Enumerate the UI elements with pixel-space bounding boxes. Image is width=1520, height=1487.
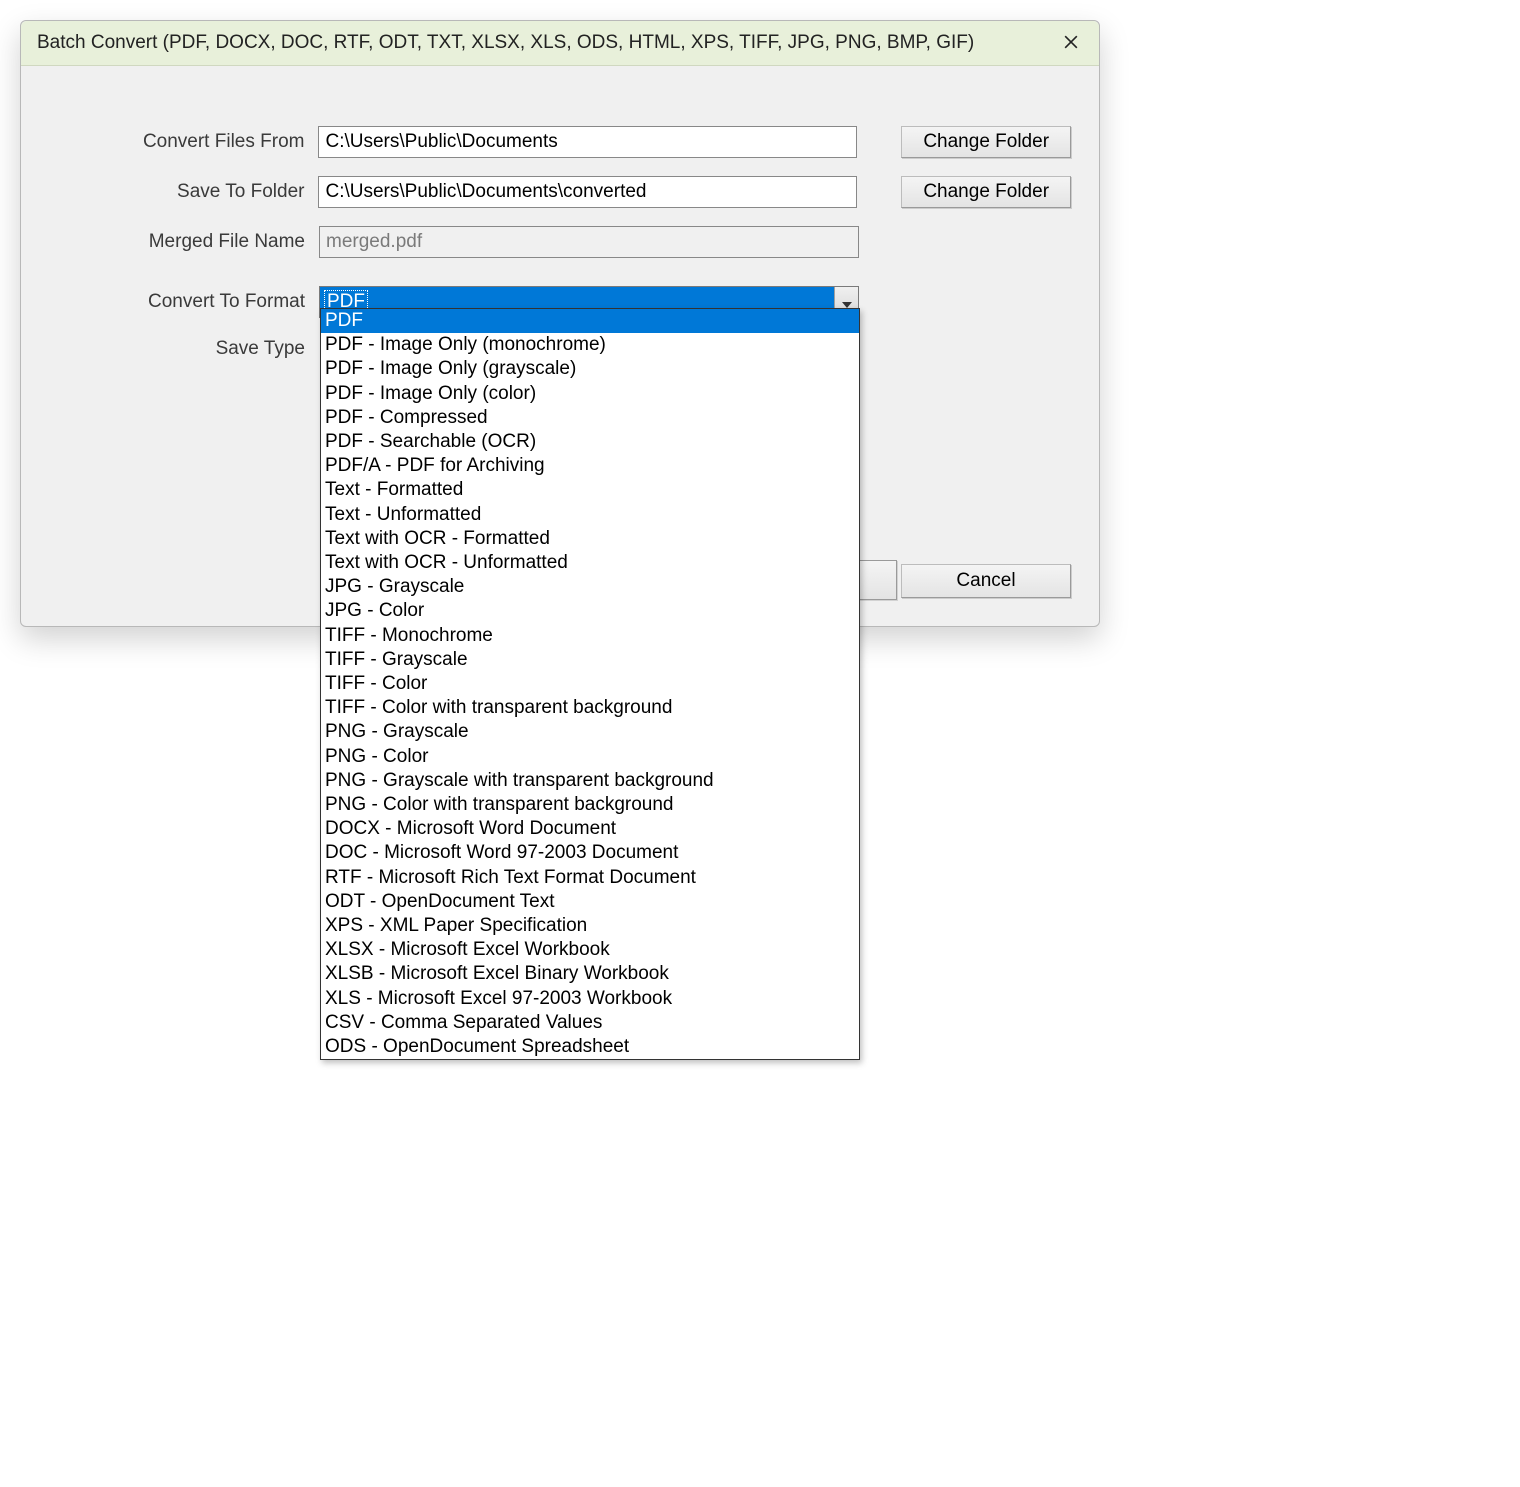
format-option[interactable]: XLSX - Microsoft Excel Workbook	[321, 938, 859, 962]
label-merged-name: Merged File Name	[49, 231, 319, 253]
window-title: Batch Convert (PDF, DOCX, DOC, RTF, ODT,…	[37, 32, 974, 54]
format-option[interactable]: PDF - Image Only (grayscale)	[321, 357, 859, 381]
cancel-zone: Cancel	[901, 564, 1071, 598]
format-option[interactable]: JPG - Color	[321, 599, 859, 623]
format-option[interactable]: DOC - Microsoft Word 97-2003 Document	[321, 841, 859, 865]
format-option[interactable]: ODT - OpenDocument Text	[321, 890, 859, 914]
change-folder-from-button[interactable]: Change Folder	[901, 126, 1071, 158]
format-option[interactable]: Text with OCR - Unformatted	[321, 551, 859, 575]
input-merged-name	[319, 226, 859, 258]
format-option[interactable]: PNG - Grayscale	[321, 720, 859, 744]
format-option[interactable]: PDF - Compressed	[321, 406, 859, 430]
format-option[interactable]: PDF - Image Only (monochrome)	[321, 333, 859, 357]
change-folder-to-button[interactable]: Change Folder	[901, 176, 1071, 208]
label-convert-from: Convert Files From	[49, 131, 318, 153]
row-convert-from: Convert Files From Change Folder	[49, 126, 1071, 158]
titlebar: Batch Convert (PDF, DOCX, DOC, RTF, ODT,…	[21, 21, 1099, 66]
format-option[interactable]: Text with OCR - Formatted	[321, 527, 859, 551]
format-option[interactable]: CSV - Comma Separated Values	[321, 1011, 859, 1035]
format-option[interactable]: PNG - Color with transparent background	[321, 793, 859, 817]
format-option[interactable]: DOCX - Microsoft Word Document	[321, 817, 859, 841]
format-option[interactable]: TIFF - Grayscale	[321, 648, 859, 672]
input-convert-from[interactable]	[318, 126, 857, 158]
input-save-to[interactable]	[318, 176, 857, 208]
label-save-type: Save Type	[49, 338, 319, 360]
format-option[interactable]: PNG - Grayscale with transparent backgro…	[321, 769, 859, 793]
format-option[interactable]: PDF	[321, 309, 859, 333]
hidden-button-edge	[855, 560, 897, 600]
format-option[interactable]: XLSB - Microsoft Excel Binary Workbook	[321, 962, 859, 986]
format-option[interactable]: ODS - OpenDocument Spreadsheet	[321, 1035, 859, 1059]
format-option[interactable]: JPG - Grayscale	[321, 575, 859, 599]
batch-convert-dialog: Batch Convert (PDF, DOCX, DOC, RTF, ODT,…	[20, 20, 1100, 627]
format-option[interactable]: Text - Unformatted	[321, 503, 859, 527]
label-save-to: Save To Folder	[49, 181, 318, 203]
format-dropdown-list[interactable]: PDFPDF - Image Only (monochrome)PDF - Im…	[320, 308, 860, 1060]
format-option[interactable]: XLS - Microsoft Excel 97-2003 Workbook	[321, 987, 859, 1011]
close-icon	[1064, 33, 1078, 54]
format-option[interactable]: XPS - XML Paper Specification	[321, 914, 859, 938]
cancel-button[interactable]: Cancel	[901, 564, 1071, 598]
format-option[interactable]: TIFF - Monochrome	[321, 624, 859, 648]
format-option[interactable]: PNG - Color	[321, 745, 859, 769]
format-option[interactable]: PDF - Searchable (OCR)	[321, 430, 859, 454]
format-option[interactable]: Text - Formatted	[321, 478, 859, 502]
form-body: Convert Files From Change Folder Save To…	[21, 66, 1099, 626]
format-option[interactable]: TIFF - Color	[321, 672, 859, 696]
format-option[interactable]: RTF - Microsoft Rich Text Format Documen…	[321, 866, 859, 890]
format-option[interactable]: PDF - Image Only (color)	[321, 382, 859, 406]
label-convert-format: Convert To Format	[49, 291, 319, 313]
format-option[interactable]: PDF/A - PDF for Archiving	[321, 454, 859, 478]
row-save-to: Save To Folder Change Folder	[49, 176, 1071, 208]
format-option[interactable]: TIFF - Color with transparent background	[321, 696, 859, 720]
close-button[interactable]	[1055, 29, 1087, 57]
row-merged-name: Merged File Name	[49, 226, 1071, 258]
